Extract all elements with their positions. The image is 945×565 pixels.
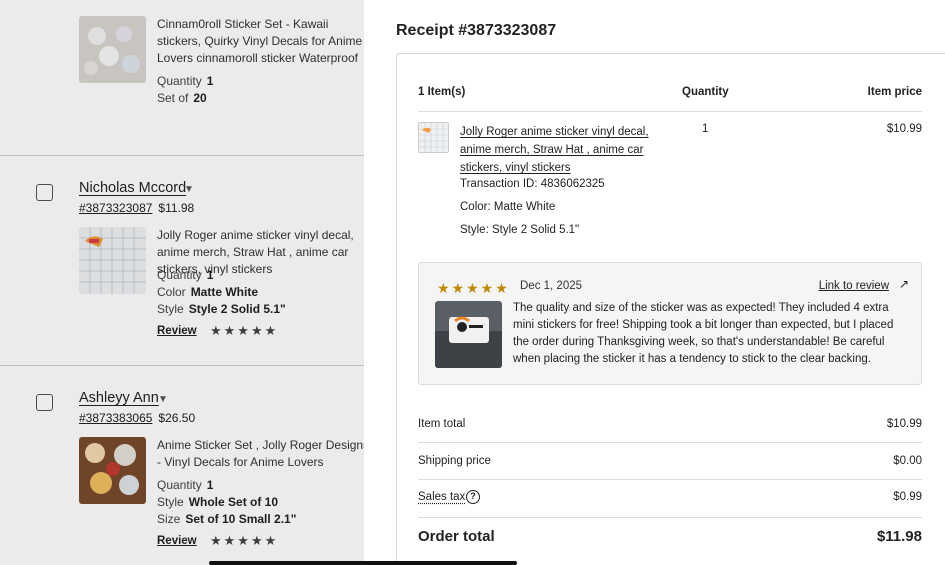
item-size: Size Set of 10 Small 2.1" <box>157 512 297 526</box>
item-set: Set of 20 <box>157 91 207 105</box>
caret-down-icon[interactable]: ▼ <box>158 394 168 405</box>
quantity-header: Quantity <box>682 86 729 98</box>
buyer-name[interactable]: Nicholas Mccord <box>79 180 186 196</box>
divider <box>418 442 922 443</box>
review-text: The quality and size of the sticker was … <box>513 302 894 365</box>
buyer-name[interactable]: Ashleyy Ann <box>79 390 159 406</box>
receipt-item-title[interactable]: Jolly Roger anime sticker vinyl decal, a… <box>460 123 660 177</box>
item-color: Color: Matte White <box>460 201 556 213</box>
receipt-id-link[interactable]: #3873323087 <box>79 201 152 215</box>
item-quantity: 1 <box>702 123 709 135</box>
item-style: Style Style 2 Solid 5.1" <box>157 302 286 316</box>
shipping-value: $0.00 <box>893 455 922 467</box>
item-color: Color Matte White <box>157 285 259 299</box>
review-link[interactable]: Link to review <box>819 280 889 292</box>
order-checkbox[interactable] <box>36 184 53 201</box>
receipt-panel: Receipt #3873323087 1 Item(s) Quantity I… <box>364 0 945 565</box>
item-total-label: Item total <box>418 418 466 430</box>
order-card: Nicholas Mccord ▼ #3873323087 $11.98 Joll… <box>0 156 400 366</box>
order-card: Ashleyy Ann ▼ #3873383065 $26.50 Anime St… <box>0 366 400 565</box>
review-box: ★★★★★ Dec 1, 2025 Link to review ↗ The q… <box>418 262 922 385</box>
items-count: 1 Item(s) <box>418 86 466 98</box>
review-date: Dec 1, 2025 <box>520 280 583 292</box>
order-amount: $11.98 <box>158 201 195 215</box>
item-title[interactable]: Anime Sticker Set , Jolly Roger Designs … <box>157 437 372 471</box>
external-link-icon[interactable]: ↗ <box>899 277 909 291</box>
scroll-indicator[interactable] <box>209 561 517 565</box>
review-link[interactable]: Review <box>157 325 197 337</box>
order-total-value: $11.98 <box>876 528 922 545</box>
sales-tax-value: $0.99 <box>893 491 922 503</box>
transaction-id: Transaction ID: 4836062325 <box>460 178 605 190</box>
divider <box>418 111 922 112</box>
order-meta: #3873383065 $26.50 <box>79 411 195 425</box>
help-icon[interactable]: ? <box>466 490 480 504</box>
review-link[interactable]: Review <box>157 535 197 547</box>
receipt-title: Receipt #3873323087 <box>396 22 557 39</box>
item-price-header: Item price <box>867 86 922 98</box>
order-card: Cinnam0roll Sticker Set - Kawaii sticker… <box>0 0 400 156</box>
item-thumbnail[interactable] <box>79 437 146 504</box>
shipping-label: Shipping price <box>418 455 491 467</box>
order-checkbox[interactable] <box>36 394 53 411</box>
item-title[interactable]: Cinnam0roll Sticker Set - Kawaii sticker… <box>157 16 372 67</box>
item-thumbnail[interactable] <box>79 227 146 294</box>
star-icon: ★★★★★ <box>210 323 279 338</box>
item-thumbnail[interactable] <box>79 16 146 83</box>
divider <box>418 479 922 480</box>
item-price: $10.99 <box>886 123 922 135</box>
divider <box>418 517 922 518</box>
caret-down-icon[interactable]: ▼ <box>184 184 194 195</box>
sales-tax-label[interactable]: Sales tax <box>418 491 465 503</box>
order-total-label: Order total <box>418 528 495 545</box>
receipt-id-link[interactable]: #3873383065 <box>79 411 152 425</box>
item-style: Style: Style 2 Solid 5.1" <box>460 224 580 236</box>
star-icon: ★★★★★ <box>437 280 510 296</box>
review-photo[interactable] <box>435 301 502 368</box>
item-total-value: $10.99 <box>886 418 922 430</box>
star-icon: ★★★★★ <box>210 533 279 548</box>
item-quantity: Quantity 1 <box>157 74 214 88</box>
item-style: Style Whole Set of 10 <box>157 495 279 509</box>
order-meta: #3873323087 $11.98 <box>79 201 194 215</box>
item-thumbnail[interactable] <box>418 122 449 153</box>
item-quantity: Quantity 1 <box>157 478 214 492</box>
item-quantity: Quantity 1 <box>157 268 214 282</box>
order-amount: $26.50 <box>158 411 196 425</box>
